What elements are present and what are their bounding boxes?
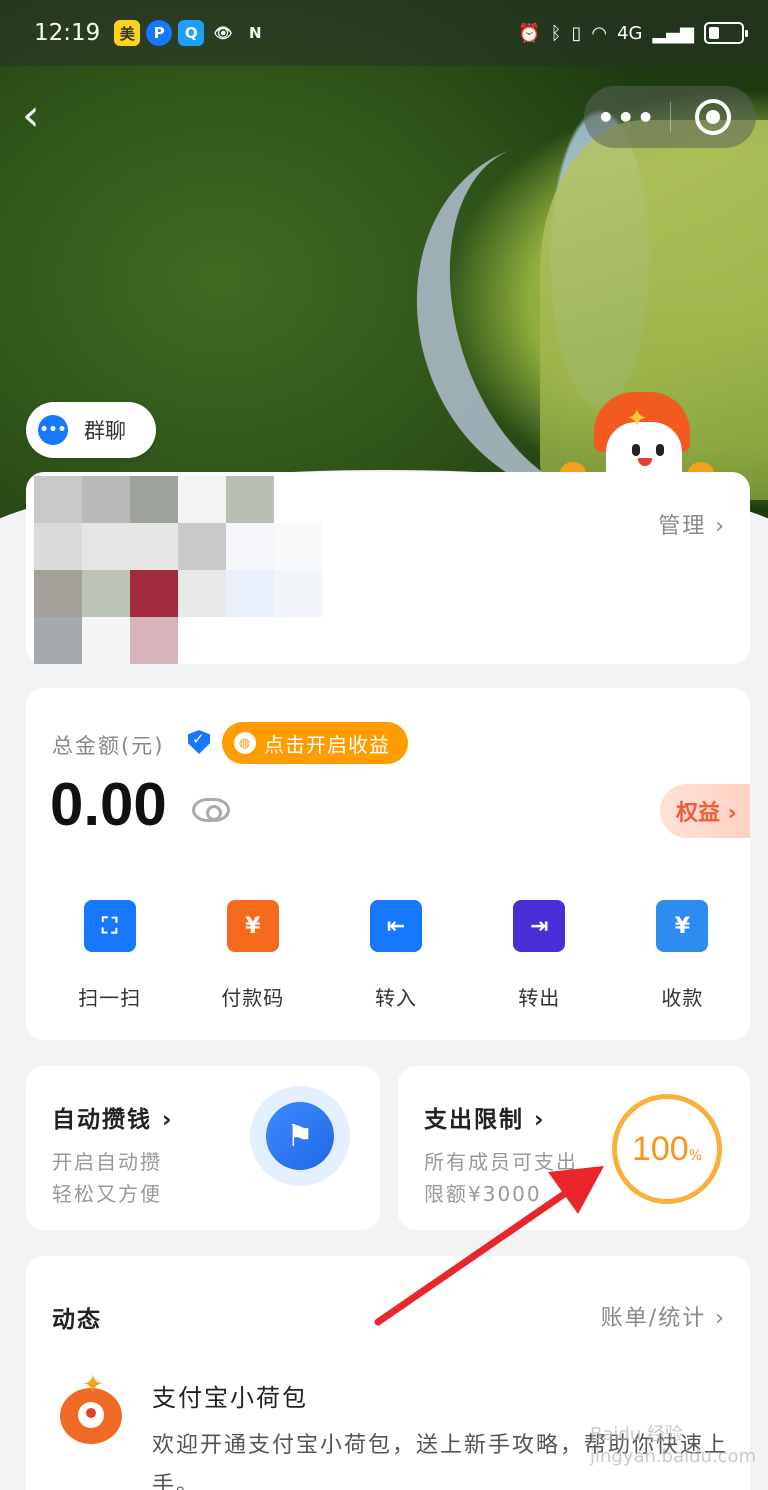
enable-earnings-label: 点击开启收益 [264, 732, 390, 757]
rights-button[interactable]: 权益 › [660, 784, 750, 838]
eye-status-icon: 👁 [213, 24, 233, 42]
total-amount-label: 总金额(元) [52, 734, 165, 758]
payment-code-icon: ¥ [226, 900, 279, 952]
blurred-avatars [34, 476, 322, 664]
action-transfer-out[interactable]: ⇥ 转出 [472, 900, 607, 1011]
mascot-eye [656, 444, 664, 456]
mini-program-capsule: ••• [584, 86, 756, 148]
mascot-illustration: ✦ [560, 392, 716, 484]
search-app-icon: Q [178, 20, 205, 46]
auto-save-card[interactable]: 自动攒钱 › 开启自动攒 轻松又方便 ⚑ [26, 1066, 380, 1230]
chat-bubble-icon: ••• [38, 415, 68, 445]
bill-stats-link[interactable]: 账单/统计 › [601, 1300, 726, 1332]
action-label: 付款码 [221, 986, 285, 1010]
mascot-eye [632, 444, 640, 456]
mascot-star-icon: ✦ [626, 404, 648, 434]
percent-value: 100 [631, 1129, 689, 1168]
activity-title: 动态 [52, 1307, 102, 1333]
scan-icon: ⛶ [83, 900, 136, 952]
spend-limit-title: 支出限制 › [424, 1107, 546, 1133]
target-circle-icon [695, 99, 732, 135]
members-card: 管理 › [26, 472, 750, 664]
quick-actions: ⛶ 扫一扫 ¥ 付款码 ⇤ 转入 ⇥ 转出 ¥ 收款 [26, 900, 750, 1011]
eye-icon[interactable] [192, 798, 230, 822]
bluetooth-icon: ᛒ [550, 22, 562, 44]
group-chat-button[interactable]: ••• 群聊 [26, 402, 156, 458]
pocket-logo-icon: ✦ [60, 1370, 122, 1444]
auto-save-line1: 开启自动攒 [52, 1150, 162, 1174]
more-dots-icon: ••• [596, 100, 657, 134]
transfer-out-icon: ⇥ [513, 900, 566, 952]
more-button[interactable]: ••• [584, 101, 670, 134]
percent-sign: % [688, 1148, 703, 1164]
balance-amount: 0.00 [50, 771, 167, 838]
action-label: 扫一扫 [78, 986, 142, 1010]
wifi-icon: ◠ [591, 22, 608, 44]
action-payment-code[interactable]: ¥ 付款码 [185, 900, 320, 1011]
sparkle-icon: ✦ [82, 1370, 104, 1400]
flag-badge: ⚑ [250, 1086, 350, 1186]
action-scan[interactable]: ⛶ 扫一扫 [42, 900, 177, 1011]
battery-icon [704, 22, 748, 44]
meituan-icon: 美 [114, 20, 141, 46]
action-transfer-in[interactable]: ⇤ 转入 [328, 900, 463, 1011]
status-right: ⏰ ᛒ ▯ ◠ 4G ▂▄▆ [518, 22, 748, 44]
status-time: 12:19 [34, 20, 101, 46]
spend-limit-card[interactable]: 支出限制 › 所有成员可支出 限额¥3000 100 % [398, 1066, 750, 1230]
auto-save-title: 自动攒钱 › [52, 1107, 174, 1133]
chevron-left-icon: ‹ [22, 90, 40, 141]
action-label: 转出 [518, 986, 561, 1010]
status-bar: 12:19 美 P Q 👁 N ⏰ ᛒ ▯ ◠ 4G ▂▄▆ [0, 0, 768, 66]
action-receive-money[interactable]: ¥ 收款 [615, 900, 750, 1011]
enable-earnings-button[interactable]: ◍ 点击开启收益 [222, 722, 408, 764]
close-button[interactable] [671, 99, 757, 135]
signal-icon: ▂▄▆ [652, 22, 694, 44]
network-label: 4G [617, 22, 643, 44]
shield-icon [188, 730, 210, 754]
vibrate-icon: ▯ [571, 22, 582, 44]
group-chat-label: 群聊 [84, 419, 126, 443]
spend-limit-line2: 限额¥3000 [424, 1182, 542, 1206]
flag-icon: ⚑ [266, 1102, 334, 1170]
action-label: 收款 [661, 986, 704, 1010]
watermark: Baidu 经验 jingyan.baidu.com [590, 1424, 757, 1467]
balance-card: 总金额(元) ◍ 点击开启收益 0.00 权益 › ⛶ 扫一扫 ¥ 付款码 ⇤ 转入 ⇥ 转出… [26, 688, 750, 1040]
spend-limit-line1: 所有成员可支出 [424, 1150, 578, 1174]
piggy-bank-icon: ◍ [234, 732, 256, 754]
manage-link[interactable]: 管理 › [658, 508, 726, 540]
percent-ring: 100 % [612, 1094, 722, 1204]
receive-money-icon: ¥ [656, 900, 709, 952]
auto-save-line2: 轻松又方便 [52, 1182, 162, 1206]
alarm-icon: ⏰ [518, 22, 541, 44]
nfc-icon: N [249, 24, 262, 42]
back-button[interactable]: ‹ [22, 94, 66, 138]
action-label: 转入 [375, 986, 417, 1010]
message-title: 支付宝小荷包 [152, 1384, 308, 1412]
pay-icon: P [146, 20, 173, 46]
transfer-in-icon: ⇤ [370, 900, 422, 952]
